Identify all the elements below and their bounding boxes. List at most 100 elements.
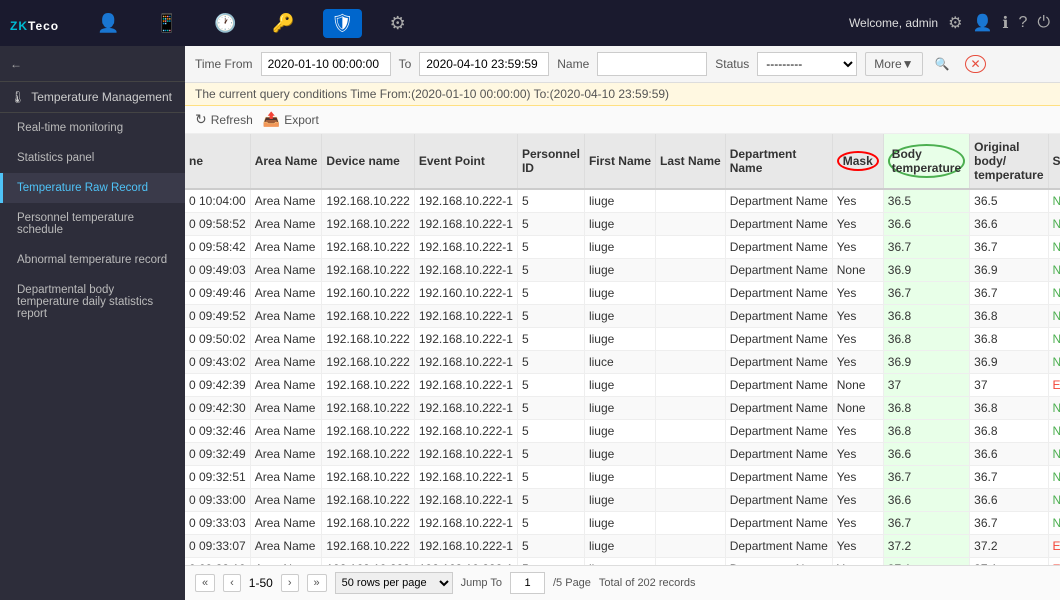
cell-personnel-id: 5	[517, 374, 584, 397]
cell-dept: Department Name	[725, 374, 832, 397]
cell-first-name: liuge	[584, 397, 655, 420]
info-icon[interactable]: ℹ	[1002, 13, 1008, 33]
cell-device: 192.168.10.222	[322, 466, 414, 489]
export-icon: 📤	[263, 111, 280, 128]
prev-page-button[interactable]: ‹	[223, 574, 241, 592]
cell-body-temp: 37.1	[883, 558, 969, 566]
cell-body-temp: 36.8	[883, 420, 969, 443]
export-button[interactable]: 📤 Export	[263, 111, 319, 128]
cell-area: Area Name	[250, 236, 322, 259]
status-select[interactable]: --------- Normal Exception	[757, 52, 857, 76]
sidebar-item-abnormal[interactable]: Abnormal temperature record	[0, 245, 185, 275]
name-label: Name	[557, 57, 589, 71]
cell-area: Area Name	[250, 328, 322, 351]
cell-original-temp: 36.8	[970, 328, 1048, 351]
cell-first-name: liuge	[584, 213, 655, 236]
cell-area: Area Name	[250, 282, 322, 305]
sidebar-back-button[interactable]: ←	[0, 46, 185, 82]
section-label: Temperature Management	[31, 90, 172, 104]
sidebar-item-statistics[interactable]: Statistics panel	[0, 143, 185, 173]
time-to-input[interactable]	[419, 52, 549, 76]
first-page-button[interactable]: «	[195, 574, 215, 592]
rows-per-page-select[interactable]: 50 rows per page 100 rows per page 200 r…	[335, 572, 453, 594]
cell-original-temp: 36.8	[970, 397, 1048, 420]
nav-clock-icon[interactable]: 🕐	[206, 9, 244, 38]
time-from-input[interactable]	[261, 52, 391, 76]
cell-mask: Yes	[832, 558, 883, 566]
sidebar: ← 🌡 Temperature Management Real-time mon…	[0, 46, 185, 600]
cell-dept: Department Name	[725, 305, 832, 328]
main-area: ← 🌡 Temperature Management Real-time mon…	[0, 46, 1060, 600]
cell-dept: Department Name	[725, 489, 832, 512]
jump-to-input[interactable]	[510, 572, 545, 594]
cell-dept: Department Name	[725, 213, 832, 236]
cell-original-temp: 37.1	[970, 558, 1048, 566]
cell-original-temp: 36.8	[970, 420, 1048, 443]
nav-access-icon[interactable]: 🔑	[264, 9, 302, 38]
logo-zk: ZK	[10, 19, 28, 33]
cell-mask: Yes	[832, 489, 883, 512]
cell-personnel-id: 5	[517, 489, 584, 512]
cell-area: Area Name	[250, 466, 322, 489]
cell-dept: Department Name	[725, 236, 832, 259]
refresh-button[interactable]: ↻ Refresh	[195, 111, 253, 128]
nav-settings-icon[interactable]: ⚙	[382, 9, 414, 38]
sidebar-item-realtime[interactable]: Real-time monitoring	[0, 113, 185, 143]
cell-personnel-id: 5	[517, 351, 584, 374]
nav-person-icon[interactable]: 👤	[89, 9, 127, 38]
nav-mobile-icon[interactable]: 📱	[148, 9, 186, 38]
cell-last-name	[656, 259, 726, 282]
cell-dept: Department Name	[725, 466, 832, 489]
table-row: 0 09:42:30 Area Name 192.168.10.222 192.…	[185, 397, 1060, 420]
cell-time: 0 09:32:46	[185, 420, 250, 443]
cell-mask: None	[832, 259, 883, 282]
cell-personnel-id: 5	[517, 443, 584, 466]
cell-personnel-id: 5	[517, 328, 584, 351]
cell-last-name	[656, 189, 726, 213]
cell-last-name	[656, 351, 726, 374]
settings-icon[interactable]: ⚙	[948, 13, 962, 33]
cell-last-name	[656, 558, 726, 566]
more-button[interactable]: More▼	[865, 52, 922, 76]
sidebar-item-personnel-temp[interactable]: Personnel temperature schedule	[0, 203, 185, 245]
last-page-button[interactable]: »	[307, 574, 327, 592]
help-icon[interactable]: ?	[1018, 14, 1027, 32]
cell-body-temp: 36.7	[883, 466, 969, 489]
cell-original-temp: 36.5	[970, 189, 1048, 213]
sidebar-item-raw-record[interactable]: Temperature Raw Record	[0, 173, 185, 203]
sidebar-item-dept-report[interactable]: Departmental body temperature daily stat…	[0, 275, 185, 329]
table-row: 0 09:42:39 Area Name 192.168.10.222 192.…	[185, 374, 1060, 397]
nav-shield-icon[interactable]: 🛡	[323, 9, 362, 38]
user-icon[interactable]: 👤	[972, 13, 992, 33]
cell-dept: Department Name	[725, 282, 832, 305]
cell-area: Area Name	[250, 489, 322, 512]
cell-first-name: liuge	[584, 489, 655, 512]
name-input[interactable]	[597, 52, 707, 76]
cell-time: 0 09:32:49	[185, 443, 250, 466]
cell-original-temp: 36.6	[970, 489, 1048, 512]
cell-area: Area Name	[250, 397, 322, 420]
search-button[interactable]: 🔍	[931, 53, 954, 75]
col-header-event: Event Point	[414, 134, 517, 189]
cell-mask: None	[832, 374, 883, 397]
cell-time: 0 09:58:42	[185, 236, 250, 259]
cell-mask: Yes	[832, 512, 883, 535]
table-row: 0 09:33:03 Area Name 192.168.10.222 192.…	[185, 512, 1060, 535]
cell-original-temp: 37.2	[970, 535, 1048, 558]
table-row: 0 09:58:42 Area Name 192.168.10.222 192.…	[185, 236, 1060, 259]
col-header-last-name: Last Name	[656, 134, 726, 189]
cell-time: 0 09:50:02	[185, 328, 250, 351]
cell-last-name	[656, 512, 726, 535]
power-icon[interactable]: ⏻	[1037, 14, 1050, 32]
cell-area: Area Name	[250, 305, 322, 328]
next-page-button[interactable]: ›	[281, 574, 299, 592]
cell-event: 192.168.10.222-1	[414, 512, 517, 535]
cell-status: Normal	[1048, 236, 1060, 259]
cell-area: Area Name	[250, 535, 322, 558]
clear-button[interactable]: ✕	[961, 53, 989, 75]
cell-dept: Department Name	[725, 397, 832, 420]
back-icon: ←	[10, 57, 22, 71]
cell-time: 0 09:58:52	[185, 213, 250, 236]
cell-last-name	[656, 282, 726, 305]
cell-personnel-id: 5	[517, 236, 584, 259]
